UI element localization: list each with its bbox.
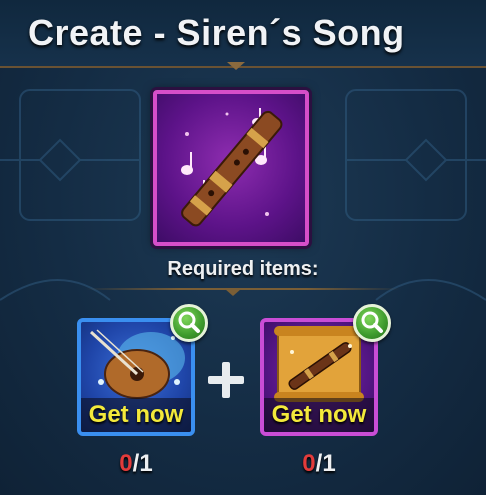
background-ornament: [0, 89, 486, 301]
owned-count: 0: [119, 450, 133, 477]
title-bar: Create - Siren´s Song: [0, 0, 486, 68]
magnifier-icon: [361, 311, 383, 333]
get-now-button[interactable]: Get now: [264, 398, 374, 432]
required-count: 1: [139, 450, 153, 477]
search-button[interactable]: [170, 304, 208, 342]
siren-flute-icon: [181, 108, 283, 227]
divider-notch: [225, 289, 241, 296]
ingredient-count: 0/1: [106, 450, 166, 478]
divider: [85, 288, 401, 290]
title-notch: [227, 62, 245, 70]
ingredient-count: 0/1: [289, 450, 349, 478]
result-item-slot[interactable]: [153, 90, 309, 246]
search-button[interactable]: [353, 304, 391, 342]
get-now-button[interactable]: Get now: [81, 398, 191, 432]
required-items-label: Required items:: [167, 258, 319, 280]
plus-icon: [208, 362, 244, 398]
owned-count: 0: [302, 450, 316, 477]
page-title: Create - Siren´s Song: [28, 12, 405, 53]
required-count: 1: [322, 450, 336, 477]
magnifier-icon: [178, 311, 200, 333]
